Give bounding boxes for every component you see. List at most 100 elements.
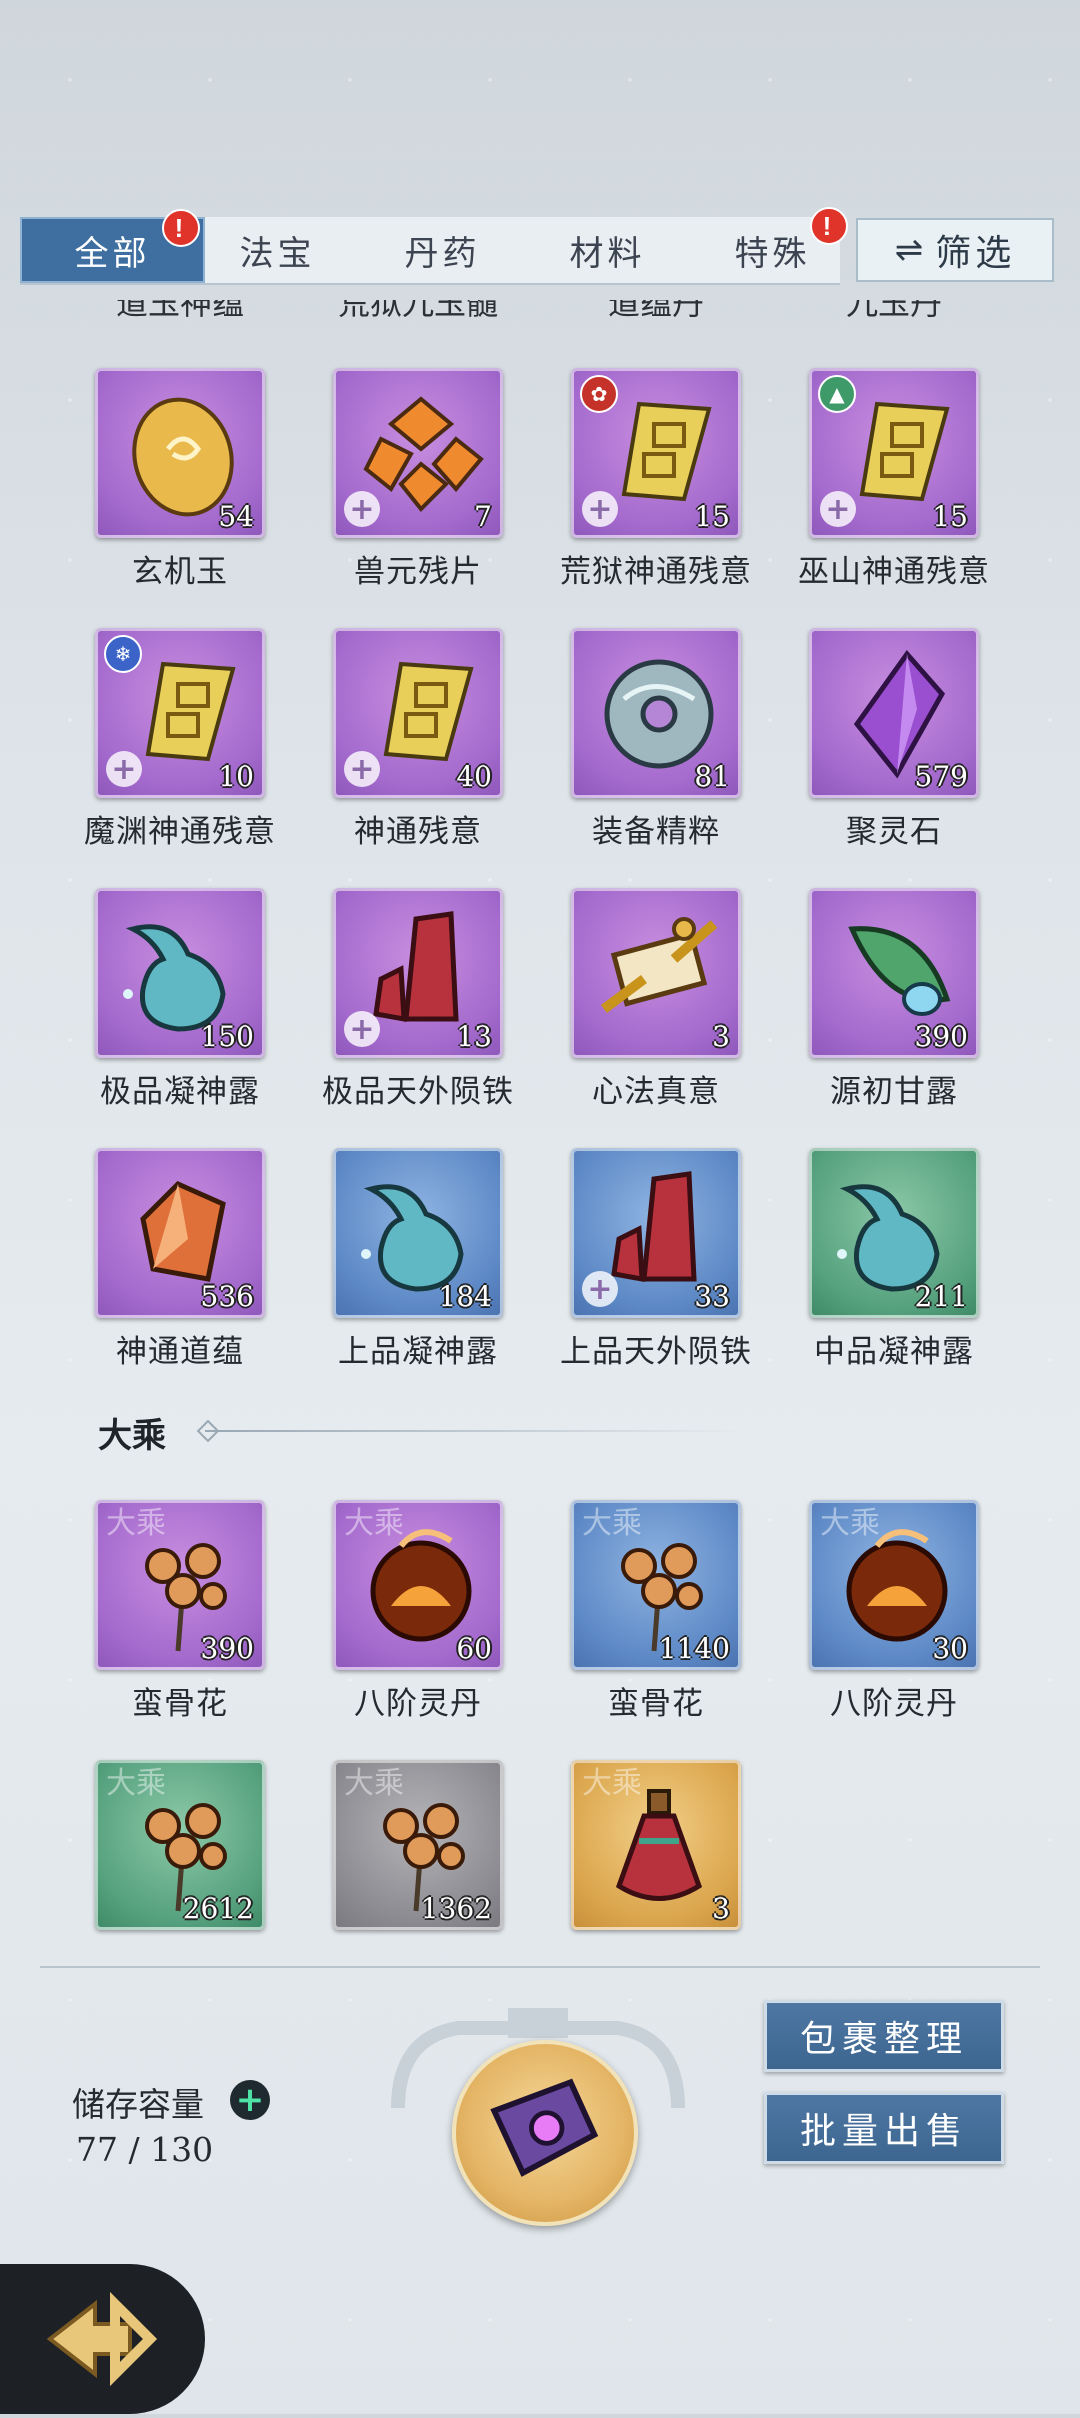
inventory-item[interactable]: 大乘 390 蛮骨花 <box>95 1500 265 1723</box>
tab-label: 丹药 <box>404 233 481 274</box>
item-count: 184 <box>438 1280 492 1313</box>
clipped-name: 荒狱九玉髓 <box>337 300 498 322</box>
item-tile[interactable]: 大乘 30 <box>809 1500 979 1670</box>
tab-pills[interactable]: 丹药 <box>350 217 535 283</box>
item-count: 150 <box>200 1020 254 1053</box>
inventory-item[interactable]: 579 聚灵石 <box>809 628 979 851</box>
inventory-item[interactable]: 大乘 3 <box>571 1760 741 1930</box>
inventory-item[interactable]: + 13 极品天外陨铁 <box>322 888 513 1111</box>
inventory-item[interactable]: + 33 上品天外陨铁 <box>560 1148 751 1371</box>
storage-bag-button[interactable] <box>452 2040 638 2226</box>
item-tile[interactable]: 579 <box>809 628 979 798</box>
upgrade-plus-icon: + <box>582 1271 618 1307</box>
clipped-name: 道玉神蕴 <box>115 300 244 322</box>
item-count: 13 <box>456 1020 492 1053</box>
item-name: 荒狱神通残意 <box>560 554 752 590</box>
item-name: 蛮骨花 <box>132 1686 228 1722</box>
section-title: 大乘 <box>98 1416 166 1456</box>
item-name: 巫山神通残意 <box>798 554 990 590</box>
item-tile[interactable]: ▲ + 15 <box>809 368 979 538</box>
item-name: 八阶灵丹 <box>830 1686 958 1722</box>
item-count: 3 <box>712 1892 730 1925</box>
section-divider <box>205 1430 745 1432</box>
inventory-item[interactable]: + 40 神通残意 <box>333 628 503 851</box>
item-count: 30 <box>932 1632 968 1665</box>
item-tile[interactable]: 536 <box>95 1148 265 1318</box>
inventory-item[interactable]: + 7 兽元残片 <box>333 368 503 591</box>
item-name: 兽元残片 <box>354 554 482 590</box>
item-count: 54 <box>218 500 254 533</box>
item-count: 2612 <box>182 1892 254 1925</box>
footer-divider <box>40 1966 1040 1968</box>
item-name: 玄机玉 <box>132 554 228 590</box>
tab-all[interactable]: 全部 ! <box>20 209 205 283</box>
tab-label: 特殊 <box>734 233 811 274</box>
item-tile[interactable]: ✿ + 15 <box>571 368 741 538</box>
inventory-item[interactable]: 大乘 2612 <box>95 1760 265 1930</box>
item-name: 装备精粹 <box>592 814 720 850</box>
swap-arrows-icon: ⇌ <box>894 230 928 270</box>
item-name: 神通道蕴 <box>116 1334 244 1370</box>
inventory-item[interactable]: 390 源初甘露 <box>809 888 979 1111</box>
item-name: 上品凝神露 <box>338 1334 498 1370</box>
inventory-item[interactable]: 184 上品凝神露 <box>333 1148 503 1371</box>
item-tile[interactable]: 大乘 1362 <box>333 1760 503 1930</box>
inventory-item[interactable]: 大乘 60 八阶灵丹 <box>333 1500 503 1723</box>
item-tile[interactable]: 150 <box>95 888 265 1058</box>
item-count: 390 <box>200 1632 254 1665</box>
item-count: 15 <box>694 500 730 533</box>
item-name: 源初甘露 <box>830 1074 958 1110</box>
item-tile[interactable]: 3 <box>571 888 741 1058</box>
inventory-item[interactable]: 81 装备精粹 <box>571 628 741 851</box>
item-count: 536 <box>200 1280 254 1313</box>
item-count: 33 <box>694 1280 730 1313</box>
tab-materials[interactable]: 材料 <box>515 217 700 283</box>
item-tile[interactable]: 81 <box>571 628 741 798</box>
tab-special[interactable]: 特殊 ! <box>680 207 865 283</box>
item-tile[interactable]: 大乘 390 <box>95 1500 265 1670</box>
item-tile[interactable]: 大乘 2612 <box>95 1760 265 1930</box>
item-tile[interactable]: + 40 <box>333 628 503 798</box>
organize-bag-button[interactable]: 包裹整理 <box>764 2000 1004 2072</box>
item-tile[interactable]: + 13 <box>333 888 503 1058</box>
filter-label: 筛选 <box>935 233 1016 274</box>
upgrade-plus-icon: + <box>344 751 380 787</box>
storage-capacity-value: 77 / 130 <box>76 2130 214 2169</box>
inventory-item[interactable]: 536 神通道蕴 <box>95 1148 265 1371</box>
inventory-item[interactable]: 211 中品凝神露 <box>809 1148 979 1371</box>
sect-emblem-icon: ❄ <box>104 635 142 673</box>
item-tile[interactable]: + 33 <box>571 1148 741 1318</box>
item-tile[interactable]: 390 <box>809 888 979 1058</box>
clipped-name: 九玉丹 <box>845 300 942 322</box>
inventory-item[interactable]: 150 极品凝神露 <box>95 888 265 1111</box>
item-tile[interactable]: 184 <box>333 1148 503 1318</box>
item-tile[interactable]: ❄ + 10 <box>95 628 265 798</box>
inventory-item[interactable]: ▲ + 15 巫山神通残意 <box>798 368 989 591</box>
item-count: 1140 <box>658 1632 730 1665</box>
item-tile[interactable]: 大乘 1140 <box>571 1500 741 1670</box>
item-count: 40 <box>456 760 492 793</box>
upgrade-plus-icon: + <box>344 1011 380 1047</box>
expand-storage-button[interactable]: + <box>230 2080 270 2120</box>
batch-sell-button[interactable]: 批量出售 <box>764 2092 1004 2164</box>
filter-button[interactable]: ⇌ 筛选 <box>856 218 1054 282</box>
inventory-item[interactable]: ❄ + 10 魔渊神通残意 <box>84 628 275 851</box>
inventory-item[interactable]: 3 心法真意 <box>571 888 741 1111</box>
storage-capacity-label: 储存容量 <box>72 2085 204 2124</box>
tab-treasure[interactable]: 法宝 <box>185 217 370 283</box>
item-count: 7 <box>474 500 492 533</box>
sect-emblem-icon: ▲ <box>818 375 856 413</box>
item-tile[interactable]: 211 <box>809 1148 979 1318</box>
clipped-name: 道蕴丹 <box>607 300 704 322</box>
inventory-item[interactable]: 大乘 1140 蛮骨花 <box>571 1500 741 1723</box>
item-tile[interactable]: + 7 <box>333 368 503 538</box>
item-tile[interactable]: 54 <box>95 368 265 538</box>
inventory-item[interactable]: ✿ + 15 荒狱神通残意 <box>560 368 751 591</box>
item-tile[interactable]: 大乘 60 <box>333 1500 503 1670</box>
inventory-item[interactable]: 大乘 30 八阶灵丹 <box>809 1500 979 1723</box>
inventory-item[interactable]: 大乘 1362 <box>333 1760 503 1930</box>
item-name: 上品天外陨铁 <box>560 1334 752 1370</box>
item-tile[interactable]: 大乘 3 <box>571 1760 741 1930</box>
back-button[interactable] <box>0 2264 205 2414</box>
inventory-item[interactable]: 54 玄机玉 <box>95 368 265 591</box>
